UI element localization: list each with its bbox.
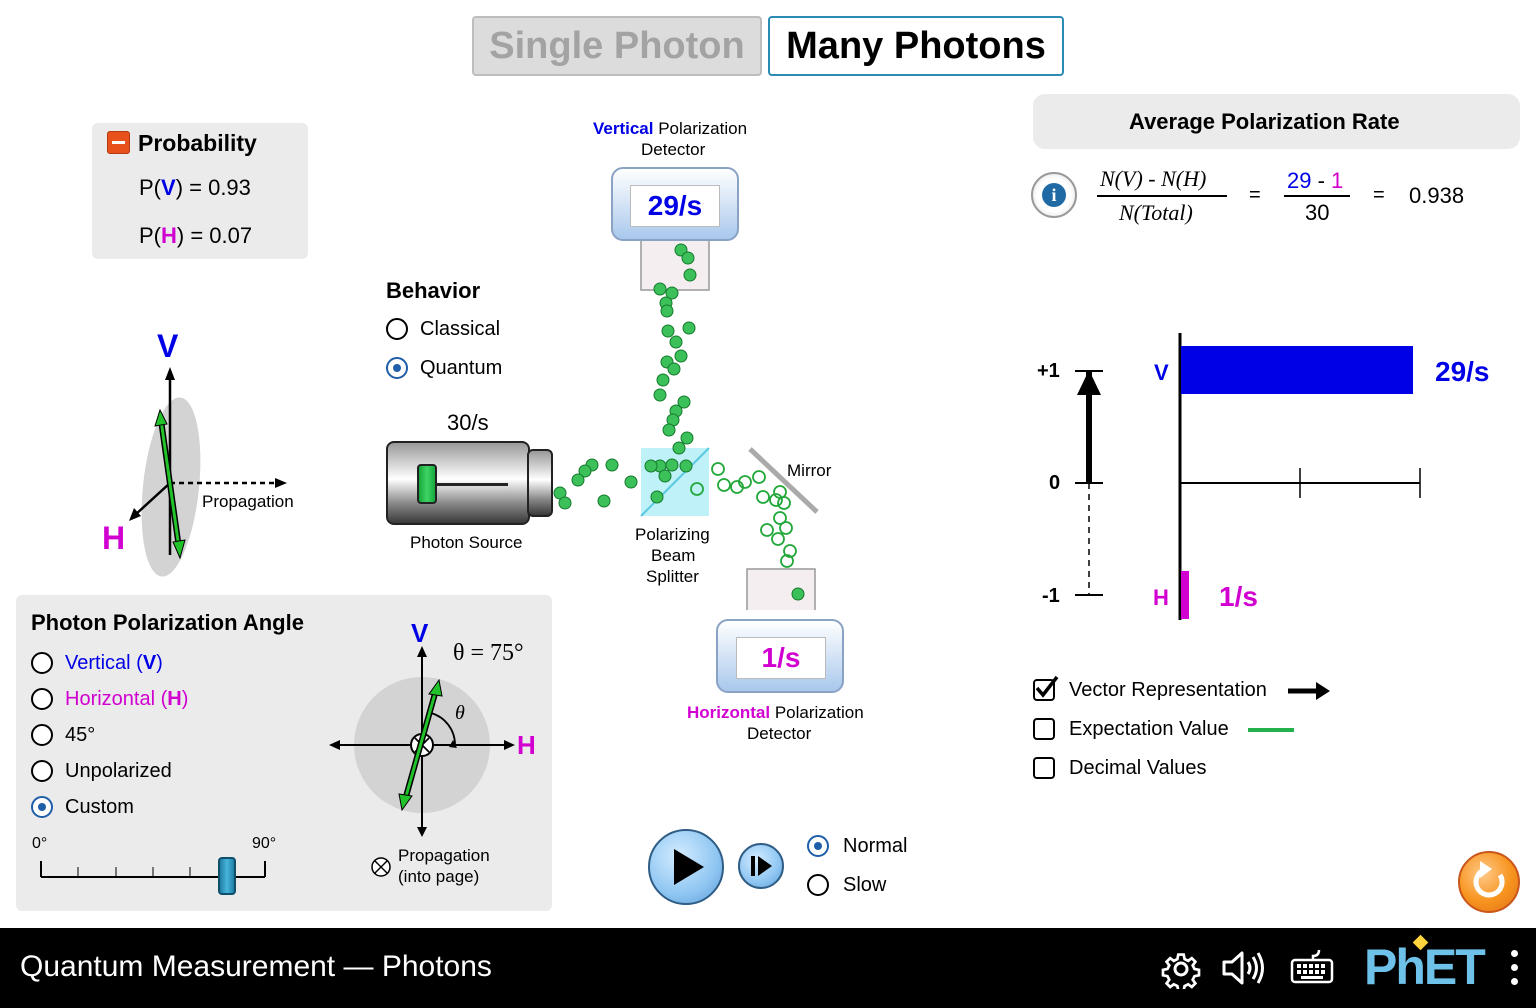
horizontal-rate-bar <box>1181 571 1189 619</box>
formula-value-denominator: 30 <box>1305 200 1330 225</box>
angle-custom-label[interactable]: Custom <box>65 796 134 819</box>
mirror-label: Mirror <box>787 461 832 480</box>
into-page-icon <box>371 857 391 877</box>
beam-splitter-label-3: Splitter <box>646 567 699 586</box>
angle-panel-title: Photon Polarization Angle <box>31 610 304 635</box>
chart-v-label: V <box>1154 360 1169 385</box>
angle-propagation-label-2: (into page) <box>398 867 480 886</box>
formula-numerator: N(V) - N(H) <box>1100 166 1207 191</box>
behavior-classical-label[interactable]: Classical <box>420 318 500 341</box>
expectation-legend-line <box>1248 728 1294 732</box>
polarization-angle-diagram <box>329 646 515 837</box>
horizontal-detector-label-line2: Detector <box>747 724 812 743</box>
tab-single-photon[interactable]: Single Photon <box>472 16 762 76</box>
speed-slow-label[interactable]: Slow <box>843 874 886 897</box>
sim-title: Quantum Measurement — Photons <box>20 950 492 983</box>
angle-unpolarized-label[interactable]: Unpolarized <box>65 760 172 783</box>
chart-tick-minus1: -1 <box>1042 585 1060 607</box>
formula-value-numerator: 29 - 1 <box>1287 168 1344 193</box>
angle-custom-radio[interactable] <box>31 796 53 818</box>
rate-panel-title: Average Polarization Rate <box>1129 109 1400 134</box>
angle-slider-track[interactable] <box>36 855 272 885</box>
speed-slow-radio[interactable] <box>807 874 829 896</box>
behavior-quantum-label[interactable]: Quantum <box>420 357 502 380</box>
angle-propagation-label-1: Propagation <box>398 846 490 865</box>
keyboard-icon[interactable] <box>1289 946 1335 986</box>
tab-many-photons[interactable]: Many Photons <box>768 16 1064 76</box>
angle-vertical-radio[interactable] <box>31 652 53 674</box>
vertical-detector-rate: 29/s <box>630 185 720 227</box>
angle-diagram-h-label: H <box>517 730 536 760</box>
info-button[interactable]: i <box>1031 172 1077 218</box>
probability-v: P(V) = 0.93 <box>139 175 251 200</box>
angle-vertical-label[interactable]: Vertical (V) <box>65 652 163 675</box>
angle-horizontal-label[interactable]: Horizontal (H) <box>65 688 188 711</box>
behavior-classical-radio[interactable] <box>386 318 408 340</box>
reset-icon <box>1473 861 1505 898</box>
expectation-value-checkbox[interactable] <box>1033 718 1055 740</box>
source-label: Photon Source <box>410 533 523 552</box>
vector-h-label: H <box>102 520 126 556</box>
vertical-detector-label-line2: Detector <box>641 140 706 159</box>
angle-horizontal-radio[interactable] <box>31 688 53 710</box>
source-rate-slider-thumb[interactable] <box>417 464 437 504</box>
horizontal-detector-port <box>746 568 816 610</box>
formula-result: 0.938 <box>1409 183 1465 208</box>
vertical-rate-bar <box>1181 346 1413 394</box>
angle-slider-max-label: 90° <box>252 835 277 852</box>
polarization-vector-diagram <box>129 367 287 577</box>
settings-gear-icon[interactable] <box>1161 949 1201 989</box>
chart-tick-plus1: +1 <box>1037 360 1060 382</box>
chart-v-rate: 29/s <box>1435 356 1490 387</box>
chart-h-rate: 1/s <box>1219 581 1258 612</box>
speed-normal-label[interactable]: Normal <box>843 835 907 858</box>
decimal-values-label[interactable]: Decimal Values <box>1069 757 1206 780</box>
chart-h-label: H <box>1153 585 1169 610</box>
horizontal-detector-label: Horizontal Polarization <box>687 703 864 722</box>
checkmark-icon <box>1035 675 1059 698</box>
polarization-rate-chart <box>1075 333 1421 620</box>
menu-kebab-icon[interactable] <box>1508 948 1520 992</box>
vector-legend-arrow-icon <box>1288 682 1330 700</box>
formula-value-bar <box>1284 195 1350 197</box>
angle-unpolarized-radio[interactable] <box>31 760 53 782</box>
formula-denominator: N(Total) <box>1119 200 1193 225</box>
probability-h: P(H) = 0.07 <box>139 223 253 248</box>
vector-representation-checkbox[interactable] <box>1033 675 1059 701</box>
speed-normal-radio[interactable] <box>807 835 829 857</box>
reset-all-button[interactable] <box>1458 851 1520 913</box>
angle-45-label[interactable]: 45° <box>65 724 95 747</box>
formula-equals-1: = <box>1249 184 1261 206</box>
audio-speaker-icon[interactable] <box>1220 948 1268 988</box>
play-button[interactable] <box>648 829 724 905</box>
play-icon <box>674 849 704 885</box>
behavior-quantum-radio[interactable] <box>386 357 408 379</box>
source-rate: 30/s <box>447 410 489 435</box>
chart-tick-0: 0 <box>1049 472 1061 494</box>
step-button[interactable] <box>738 843 784 889</box>
vector-v-label: V <box>157 328 179 364</box>
angle-slider-min-label: 0° <box>32 835 48 852</box>
beam-splitter-label-1: Polarizing <box>635 525 710 544</box>
beam-splitter-label-2: Beam <box>651 546 696 565</box>
angle-45-radio[interactable] <box>31 724 53 746</box>
vertical-detector-label: Vertical Polarization <box>593 119 748 138</box>
decimal-values-checkbox[interactable] <box>1033 757 1055 779</box>
expectation-value-label[interactable]: Expectation Value <box>1069 718 1229 741</box>
behavior-title: Behavior <box>386 278 481 303</box>
angle-slider-thumb[interactable] <box>218 857 236 895</box>
formula-fraction-bar <box>1097 195 1227 197</box>
probability-title: Probability <box>138 130 257 156</box>
vector-representation-label[interactable]: Vector Representation <box>1069 679 1267 702</box>
theta-readout: θ = 75° <box>453 640 524 666</box>
theta-arc-label: θ <box>455 702 465 724</box>
angle-diagram-v-label: V <box>411 618 429 648</box>
horizontal-detector-rate: 1/s <box>736 637 826 679</box>
collapse-icon[interactable] <box>107 131 130 154</box>
formula-equals-2: = <box>1373 184 1385 206</box>
step-forward-icon <box>751 856 772 876</box>
info-icon: i <box>1042 183 1066 207</box>
vector-propagation-label: Propagation <box>202 492 294 511</box>
